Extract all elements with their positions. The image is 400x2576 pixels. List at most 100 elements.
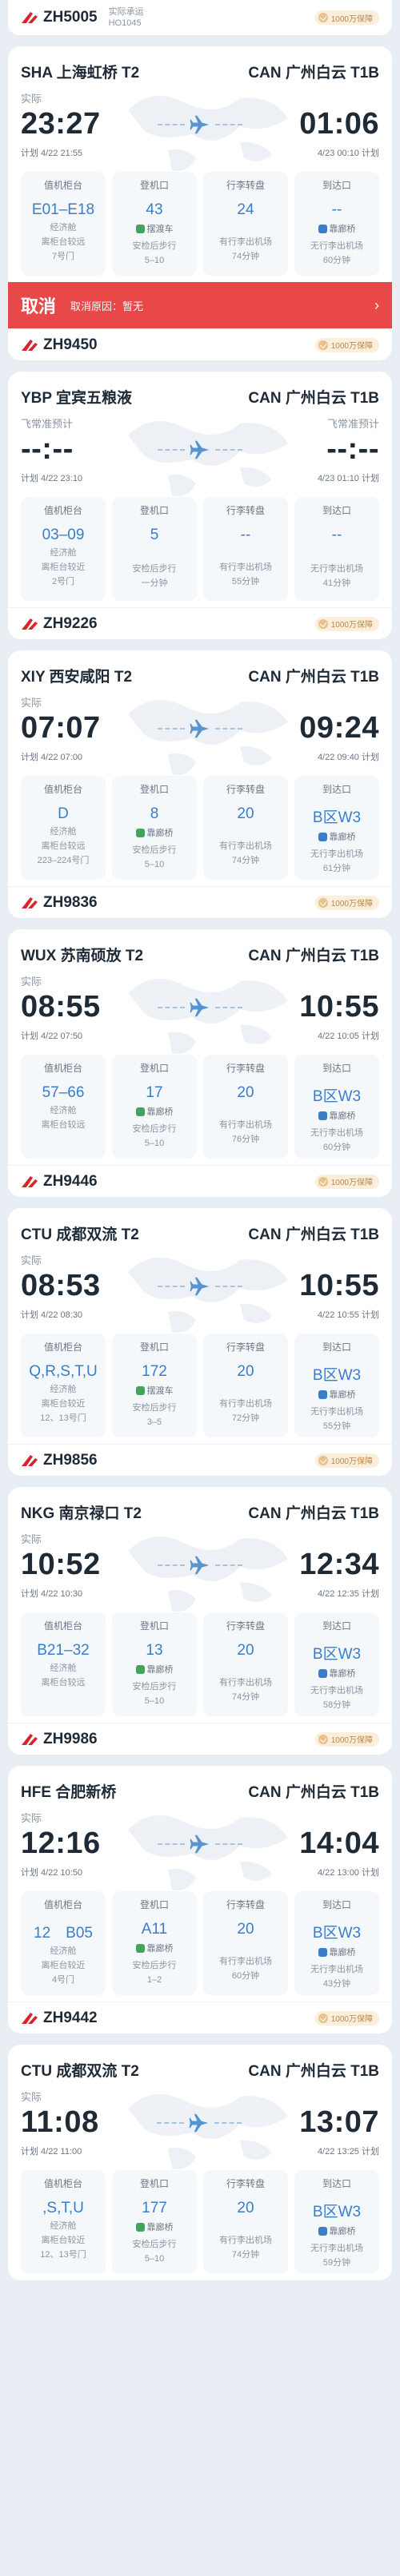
- baggage-carousel-cell[interactable]: 行李转盘 20 有行李出机场 72分钟: [203, 1334, 288, 1437]
- airplane-icon: [190, 1556, 210, 1574]
- baggage-carousel-value: 20: [237, 1642, 254, 1659]
- flight-number: ZH5005: [43, 9, 98, 26]
- card-footer[interactable]: ZH9442 1000万保障: [8, 2002, 392, 2033]
- arrival-exit-cell[interactable]: 到达口 B区W3 靠廊桥 无行李出机场 59分钟: [294, 2170, 379, 2274]
- insurance-badge[interactable]: 1000万保障: [314, 337, 379, 352]
- baggage-carousel-cell[interactable]: 行李转盘 20 有行李出机场 74分钟: [203, 1612, 288, 1716]
- card-footer[interactable]: ZH9446 1000万保障: [8, 1165, 392, 1197]
- boarding-gate-cell[interactable]: 登机口 13 靠廊桥 安检后步行 5–10: [112, 1612, 197, 1716]
- flight-card[interactable]: YBP 宜宾五粮液 CAN 广州白云 T1B 飞常准预计 飞常准预计 --:--…: [8, 372, 392, 639]
- airline-logo-icon: [22, 1733, 38, 1745]
- arrival-exit-cell[interactable]: 到达口 B区W3 靠廊桥 无行李出机场 61分钟: [294, 776, 379, 880]
- departure-time: 11:08: [21, 2105, 99, 2139]
- departure-status: 飞常准预计: [21, 418, 74, 430]
- checkin-counter-cell[interactable]: 值机柜台 B21–32 经济舱 离柜台较远: [21, 1612, 106, 1716]
- arrival-plan: 4/23 00:10 计划: [317, 149, 379, 158]
- flight-card[interactable]: CTU 成都双流 T2 CAN 广州白云 T1B 实际 08:53 10:55 …: [8, 1208, 392, 1476]
- card-footer[interactable]: ZH9856 1000万保障: [8, 1444, 392, 1476]
- bus-icon: [135, 224, 145, 233]
- airport-info-grid: 值机柜台 D 经济舱 离柜台较远 223–224号门 登机口 8 靠廊桥 安检后…: [21, 776, 379, 880]
- checkin-counter-cell[interactable]: 值机柜台 03–09 经济舱 离柜台较近 2号门: [21, 497, 106, 601]
- card-footer[interactable]: ZH9836 1000万保障: [8, 886, 392, 918]
- checkin-counter-cell[interactable]: 值机柜台 ,S,T,U 经济舱 离柜台较近 12、13号门: [21, 2170, 106, 2274]
- baggage-carousel-cell[interactable]: 行李转盘 24 有行李出机场 74分钟: [203, 172, 288, 276]
- flight-number: ZH9446: [43, 1172, 98, 1190]
- bus-icon: [135, 828, 145, 837]
- departure-airport: YBP 宜宾五粮液: [21, 390, 133, 407]
- card-footer[interactable]: ZH9986 1000万保障: [8, 1723, 392, 1755]
- chevron-right-icon: ›: [374, 296, 379, 313]
- departure-plan: 计划 4/22 23:10: [21, 474, 83, 483]
- baggage-carousel-value: 20: [237, 805, 254, 822]
- card-footer[interactable]: ZH9226 1000万保障: [8, 607, 392, 639]
- shield-check-icon: [318, 13, 328, 22]
- top-card-footer[interactable]: ZH5005 实际承运 HO1045 1000万保障: [8, 0, 392, 35]
- flight-card[interactable]: NKG 南京禄口 T2 CAN 广州白云 T1B 实际 10:52 12:34 …: [8, 1487, 392, 1755]
- arrival-airport: CAN 广州白云 T1B: [248, 1784, 379, 1801]
- insurance-badge[interactable]: 1000万保障: [314, 1731, 379, 1747]
- boarding-gate-cell[interactable]: 登机口 5 安检后步行 一分钟: [112, 497, 197, 601]
- checkin-counter-cell[interactable]: 值机柜台 57–66 经济舱 离柜台较远: [21, 1055, 106, 1159]
- checkin-counter-cell[interactable]: 值机柜台 12 B05 经济舱 离柜台较近 4号门: [21, 1891, 106, 1995]
- baggage-carousel-cell[interactable]: 行李转盘 20 有行李出机场 60分钟: [203, 1891, 288, 1995]
- boarding-gate-cell[interactable]: 登机口 8 靠廊桥 安检后步行 5–10: [112, 776, 197, 880]
- flight-card[interactable]: CTU 成都双流 T2 CAN 广州白云 T1B 实际 11:08 13:07 …: [8, 2045, 392, 2280]
- insurance-badge[interactable]: 1000万保障: [314, 895, 379, 910]
- baggage-carousel-cell[interactable]: 行李转盘 20 有行李出机场 76分钟: [203, 1055, 288, 1159]
- boarding-gate-value: 8: [150, 805, 159, 822]
- arrival-exit-cell[interactable]: 到达口 B区W3 靠廊桥 无行李出机场 58分钟: [294, 1612, 379, 1716]
- arrival-exit-value: --: [331, 527, 342, 543]
- checkin-counter-value: 57–66: [42, 1084, 85, 1101]
- insurance-badge[interactable]: 1000万保障: [314, 1453, 379, 1468]
- checkin-counter-value: E01–E18: [31, 201, 95, 218]
- boarding-gate-cell[interactable]: 登机口 43 摆渡车 安检后步行 5–10: [112, 172, 197, 276]
- checkin-counter-cell[interactable]: 值机柜台 Q,R,S,T,U 经济舱 离柜台较近 12、13号门: [21, 1334, 106, 1437]
- flight-path: [110, 1553, 290, 1577]
- insurance-badge[interactable]: 1000万保障: [314, 616, 379, 631]
- boarding-gate-cell[interactable]: 登机口 172 摆渡车 安检后步行 3–5: [112, 1334, 197, 1437]
- departure-plan: 计划 4/22 07:50: [21, 1032, 83, 1041]
- boarding-gate-cell[interactable]: 登机口 177 靠廊桥 安检后步行 5–10: [112, 2170, 197, 2274]
- arrival-plan: 4/22 13:25 计划: [317, 2147, 379, 2157]
- arrival-time: 12:34: [299, 1548, 379, 1581]
- checkin-counter-value: 03–09: [42, 527, 85, 543]
- checkin-counter-cell[interactable]: 值机柜台 E01–E18 经济舱 离柜台较远 7号门: [21, 172, 106, 276]
- flight-path: [110, 113, 290, 137]
- insurance-badge[interactable]: 1000万保障: [314, 2010, 379, 2025]
- boarding-gate-cell[interactable]: 登机口 17 靠廊桥 安检后步行 5–10: [112, 1055, 197, 1159]
- flight-card[interactable]: HFE 合肥新桥 CAN 广州白云 T1B 实际 12:16 14:04 计划 …: [8, 1766, 392, 2033]
- departure-status: 实际: [21, 2091, 42, 2103]
- arrival-exit-value: B区W3: [312, 809, 362, 826]
- arrival-exit-value: B区W3: [312, 1088, 362, 1105]
- flight-card[interactable]: WUX 苏南硕放 T2 CAN 广州白云 T1B 实际 08:55 10:55 …: [8, 929, 392, 1197]
- arrival-exit-cell[interactable]: 到达口 -- 靠廊桥 无行李出机场 60分钟: [294, 172, 379, 276]
- arrival-exit-cell[interactable]: 到达口 -- 无行李出机场 41分钟: [294, 497, 379, 601]
- checkin-counter-value: B21–32: [37, 1642, 90, 1659]
- arrival-airport: CAN 广州白云 T1B: [248, 669, 379, 686]
- departure-status: 实际: [21, 1812, 42, 1824]
- arrival-plan: 4/22 13:00 计划: [317, 1868, 379, 1878]
- cancel-banner[interactable]: 取消 取消原因：暂无 ›: [8, 282, 392, 328]
- baggage-carousel-cell[interactable]: 行李转盘 20 有行李出机场 74分钟: [203, 2170, 288, 2274]
- arrival-exit-cell[interactable]: 到达口 B区W3 靠廊桥 无行李出机场 43分钟: [294, 1891, 379, 1995]
- departure-status: 实际: [21, 976, 42, 988]
- arrival-exit-cell[interactable]: 到达口 B区W3 靠廊桥 无行李出机场 60分钟: [294, 1055, 379, 1159]
- card-footer[interactable]: ZH9450 1000万保障: [8, 328, 392, 360]
- departure-plan: 计划 4/22 08:30: [21, 1310, 83, 1320]
- checkin-counter-cell[interactable]: 值机柜台 D 经济舱 离柜台较远 223–224号门: [21, 776, 106, 880]
- insurance-badge[interactable]: 1000万保障: [314, 10, 379, 25]
- departure-plan: 计划 4/22 21:55: [21, 149, 83, 158]
- baggage-carousel-cell[interactable]: 行李转盘 -- 有行李出机场 55分钟: [203, 497, 288, 601]
- baggage-carousel-cell[interactable]: 行李转盘 20 有行李出机场 74分钟: [203, 776, 288, 880]
- airline-logo-icon: [22, 1454, 38, 1466]
- arrival-exit-cell[interactable]: 到达口 B区W3 靠廊桥 无行李出机场 55分钟: [294, 1334, 379, 1437]
- insurance-badge[interactable]: 1000万保障: [314, 1174, 379, 1189]
- flight-number: ZH9450: [43, 336, 98, 353]
- airplane-icon: [190, 1277, 210, 1295]
- jetbridge-icon: [318, 2226, 327, 2236]
- flight-card[interactable]: SHA 上海虹桥 T2 CAN 广州白云 T1B 实际 23:27 01:06 …: [8, 46, 392, 360]
- airport-info-grid: 值机柜台 ,S,T,U 经济舱 离柜台较近 12、13号门 登机口 177 靠廊…: [21, 2170, 379, 2274]
- flight-card[interactable]: XIY 西安咸阳 T2 CAN 广州白云 T1B 实际 07:07 09:24 …: [8, 650, 392, 918]
- boarding-gate-cell[interactable]: 登机口 A11 靠廊桥 安检后步行 1–2: [112, 1891, 197, 1995]
- airline-logo-icon: [22, 1175, 38, 1187]
